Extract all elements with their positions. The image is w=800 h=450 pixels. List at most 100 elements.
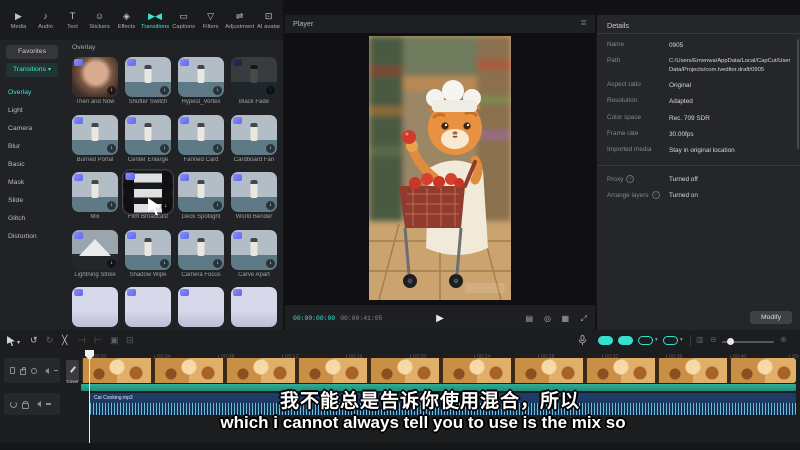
details-scrollbar[interactable] (797, 39, 799, 149)
sidebar-item-glitch[interactable]: Glitch (8, 210, 58, 228)
sidebar-item-slide[interactable]: Slide (8, 192, 58, 210)
split-icon[interactable]: ╳ (62, 334, 67, 346)
fullscreen-icon[interactable]: ⤢ (581, 314, 587, 324)
zoom-in-icon[interactable]: ⊕ (780, 334, 787, 346)
redo-icon[interactable]: ↻ (46, 334, 54, 346)
select-tool-caret-icon[interactable]: ▾ (17, 337, 20, 349)
nav-adjustment[interactable]: ⇌Adjustment (225, 11, 254, 30)
transition-thumbnail (72, 287, 118, 327)
delete-icon[interactable]: ⊟ (126, 334, 134, 346)
transition-card[interactable]: ↓Cardboard Fan (229, 115, 279, 173)
player-menu-icon[interactable]: ≣ (580, 18, 587, 27)
captions-icon: ▭ (179, 11, 188, 22)
lock-icon[interactable] (22, 403, 29, 409)
total-duration: 00:00:41:05 (340, 315, 382, 322)
divider (597, 165, 800, 166)
download-icon: ↓ (160, 144, 169, 153)
auto-snap-toggle[interactable] (618, 336, 633, 345)
favorites-button[interactable]: Favorites (6, 45, 58, 59)
vip-badge (180, 232, 189, 239)
transition-card[interactable]: ↓Fanned Card (176, 115, 226, 173)
sidebar-item-overlay[interactable]: Overlay (8, 84, 58, 102)
nav-ai-avatar[interactable]: ⊡AI avatar (256, 11, 281, 30)
linked-clips-toggle[interactable] (638, 336, 653, 345)
transition-card[interactable]: ↓Shadow Wipe (123, 230, 173, 288)
nav-audio[interactable]: ♪Audio (33, 11, 58, 30)
crop-icon[interactable]: ▣ (110, 334, 119, 346)
ratio-icon[interactable]: ▤ (525, 314, 533, 324)
sidebar-item-blur[interactable]: Blur (8, 138, 58, 156)
download-icon: ↓ (266, 86, 275, 95)
vip-badge (127, 59, 136, 66)
transition-card[interactable] (70, 287, 120, 330)
nav-captions[interactable]: ▭Captions (171, 11, 196, 30)
transition-card[interactable]: ↓Camera Focus (176, 230, 226, 288)
lock-icon[interactable] (20, 369, 26, 375)
sidebar-item-mask[interactable]: Mask (8, 174, 58, 192)
transition-card[interactable]: ↓Burned Portal (70, 115, 120, 173)
download-icon: ↓ (213, 86, 222, 95)
effects-icon: ◈ (123, 11, 130, 22)
top-toolbar: ▶Media ♪Audio TText ☺Stickers ◈Effects ▶… (0, 0, 283, 40)
sidebar-item-light[interactable]: Light (8, 102, 58, 120)
transition-thumbnail: ↓ (231, 57, 277, 97)
tracking-icon[interactable]: ◎ (544, 314, 551, 324)
transition-card-label: Then and Now (70, 99, 120, 105)
trim-right-icon[interactable]: ⊢ (94, 334, 102, 346)
preview-axis-toggle[interactable] (663, 336, 678, 345)
sidebar-item-camera[interactable]: Camera (8, 120, 58, 138)
video-clip[interactable] (81, 358, 796, 383)
timeline-zoom-handle[interactable] (727, 338, 734, 345)
hide-track-icon[interactable] (31, 368, 37, 374)
preview-stage[interactable] (285, 33, 595, 305)
player-title: Player (293, 19, 313, 28)
chevron-down-icon[interactable]: ▾ (655, 337, 658, 343)
grid-section-title: Overlay (72, 44, 95, 51)
transition-card[interactable] (176, 287, 226, 330)
download-icon: ↓ (213, 144, 222, 153)
zoom-out-icon[interactable]: ⊖ (710, 334, 717, 346)
transition-card[interactable]: ↓Black Fade (229, 57, 279, 115)
undo-icon[interactable]: ↺ (30, 334, 38, 346)
transition-thumbnail: ↓ (178, 230, 224, 270)
collapse-icon[interactable] (54, 370, 58, 372)
transition-thumbnail: ↓ (72, 57, 118, 97)
quality-icon[interactable]: ▦ (561, 314, 569, 324)
main-track-magnet-toggle[interactable] (598, 336, 613, 345)
transition-thumbnail: ↓ (125, 115, 171, 155)
nav-media[interactable]: ▶Media (6, 11, 31, 30)
category-selector[interactable]: Transitions▾ (6, 63, 58, 77)
nav-effects[interactable]: ◈Effects (114, 11, 139, 30)
vip-badge (233, 174, 242, 181)
transition-card[interactable]: ↓Lightning Strike (70, 230, 120, 288)
transition-card-label: Shutter Switch (123, 99, 173, 105)
transition-card[interactable]: ↓World Bender (229, 172, 279, 230)
cover-button[interactable]: Cover (66, 360, 79, 382)
transition-card[interactable]: ↓Center Enlarge (123, 115, 173, 173)
preview-frame-icon[interactable]: ▥ (696, 334, 704, 346)
modify-button[interactable]: Modify (750, 311, 792, 324)
nav-transitions[interactable]: ▶◀Transitions (141, 11, 169, 30)
transition-card[interactable]: ↓Shutter Switch (123, 57, 173, 115)
play-button[interactable]: ▶ (436, 313, 444, 324)
sidebar-item-basic[interactable]: Basic (8, 156, 58, 174)
nav-stickers[interactable]: ☺Stickers (87, 11, 112, 30)
mute-icon[interactable] (42, 368, 49, 374)
transition-card[interactable] (229, 287, 279, 330)
transition-card[interactable]: ↓Hypest_Vortex (176, 57, 226, 115)
chevron-down-icon[interactable]: ▾ (680, 337, 683, 343)
nav-filters[interactable]: ▽Filters (198, 11, 223, 30)
trim-left-icon[interactable]: ⊣ (78, 334, 86, 346)
nav-text[interactable]: TText (60, 11, 85, 30)
transition-card[interactable]: ↓Deck Spotlight (176, 172, 226, 230)
transition-card[interactable]: ↓ Then and Now (70, 57, 120, 115)
select-tool-icon[interactable] (7, 336, 15, 346)
transition-card[interactable]: ↓Mix (70, 172, 120, 230)
record-voiceover-icon[interactable] (578, 335, 587, 346)
sidebar-item-distortion[interactable]: Distortion (8, 228, 58, 246)
transition-card[interactable] (123, 287, 173, 330)
transitions-panel: Favorites Transitions▾ Overlay Light Cam… (0, 40, 283, 330)
mute-icon[interactable] (34, 401, 41, 407)
collapse-icon[interactable] (46, 403, 51, 405)
transition-card[interactable]: ↓Carve Apart (229, 230, 279, 288)
